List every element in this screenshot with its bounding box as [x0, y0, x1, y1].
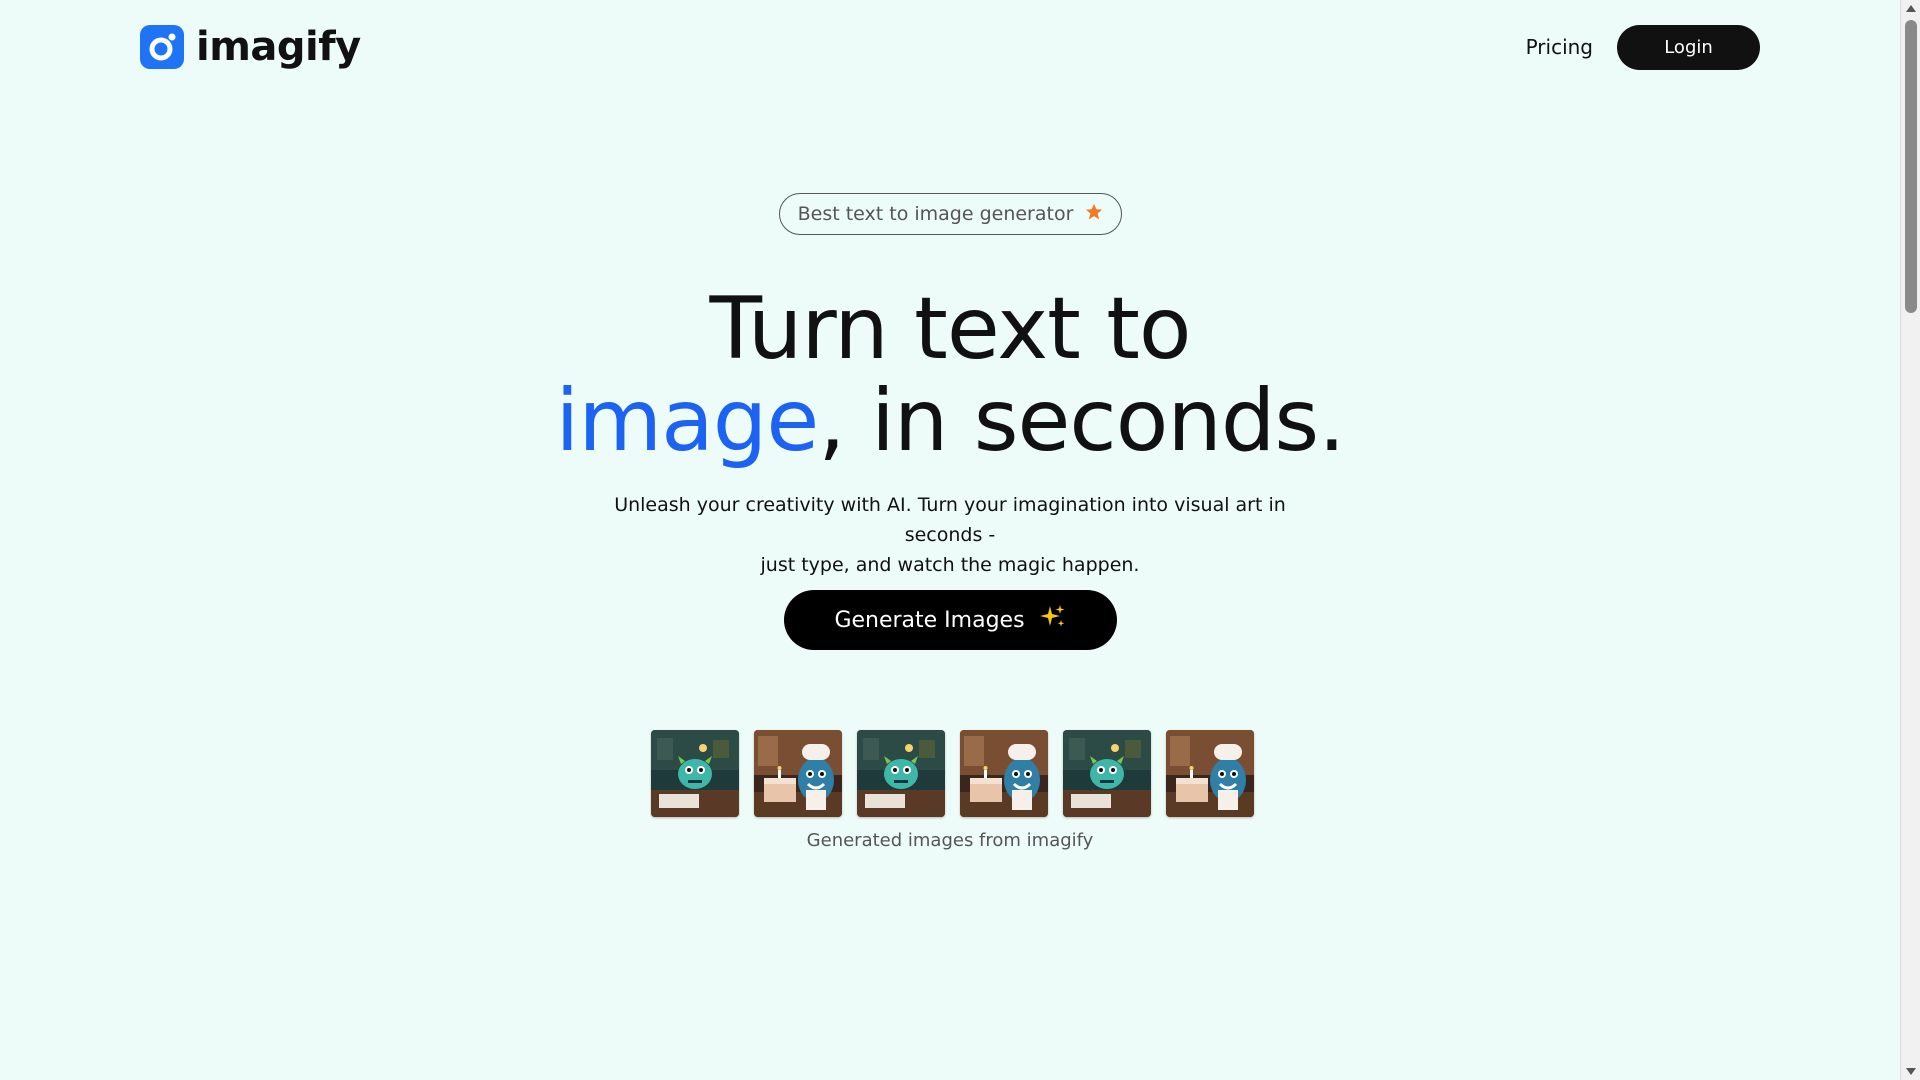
headline-accent-word: image [555, 371, 819, 471]
gallery-image[interactable] [1166, 730, 1254, 817]
gallery-caption: Generated images from imagify [806, 830, 1094, 851]
hero-subtitle: Unleash your creativity with AI. Turn yo… [580, 490, 1320, 580]
headline-line-1: Turn text to [709, 279, 1191, 379]
badge-text: Best text to image generator [797, 203, 1074, 225]
sample-gallery [651, 730, 1254, 817]
headline-line-2-rest: , in seconds. [818, 371, 1345, 471]
gallery-image[interactable] [754, 730, 842, 817]
scroll-up-arrow-icon[interactable] [1906, 5, 1916, 12]
site-header: imagify Pricing Login [140, 24, 1760, 70]
page-scrollbar[interactable] [1900, 0, 1920, 1080]
login-button[interactable]: Login [1617, 24, 1760, 70]
logo-camera-icon [140, 25, 184, 69]
top-nav: Pricing Login [1526, 24, 1760, 70]
sparkles-icon [1039, 603, 1067, 637]
gallery-image[interactable] [960, 730, 1048, 817]
scrollbar-thumb[interactable] [1905, 20, 1917, 313]
subtitle-line-2: just type, and watch the magic happen. [760, 554, 1140, 576]
cta-label: Generate Images [834, 607, 1025, 633]
subtitle-line-1: Unleash your creativity with AI. Turn yo… [614, 494, 1286, 546]
generate-images-button[interactable]: Generate Images [784, 590, 1117, 650]
hero-headline: Turn text to image, in seconds. [400, 283, 1500, 467]
star-icon [1085, 203, 1103, 226]
gallery-image[interactable] [651, 730, 739, 817]
gallery-image[interactable] [857, 730, 945, 817]
tagline-badge: Best text to image generator [779, 193, 1122, 235]
logo[interactable]: imagify [140, 25, 361, 69]
pricing-link[interactable]: Pricing [1526, 35, 1593, 59]
scroll-down-arrow-icon[interactable] [1906, 1068, 1916, 1075]
logo-text: imagify [196, 24, 361, 70]
gallery-image[interactable] [1063, 730, 1151, 817]
